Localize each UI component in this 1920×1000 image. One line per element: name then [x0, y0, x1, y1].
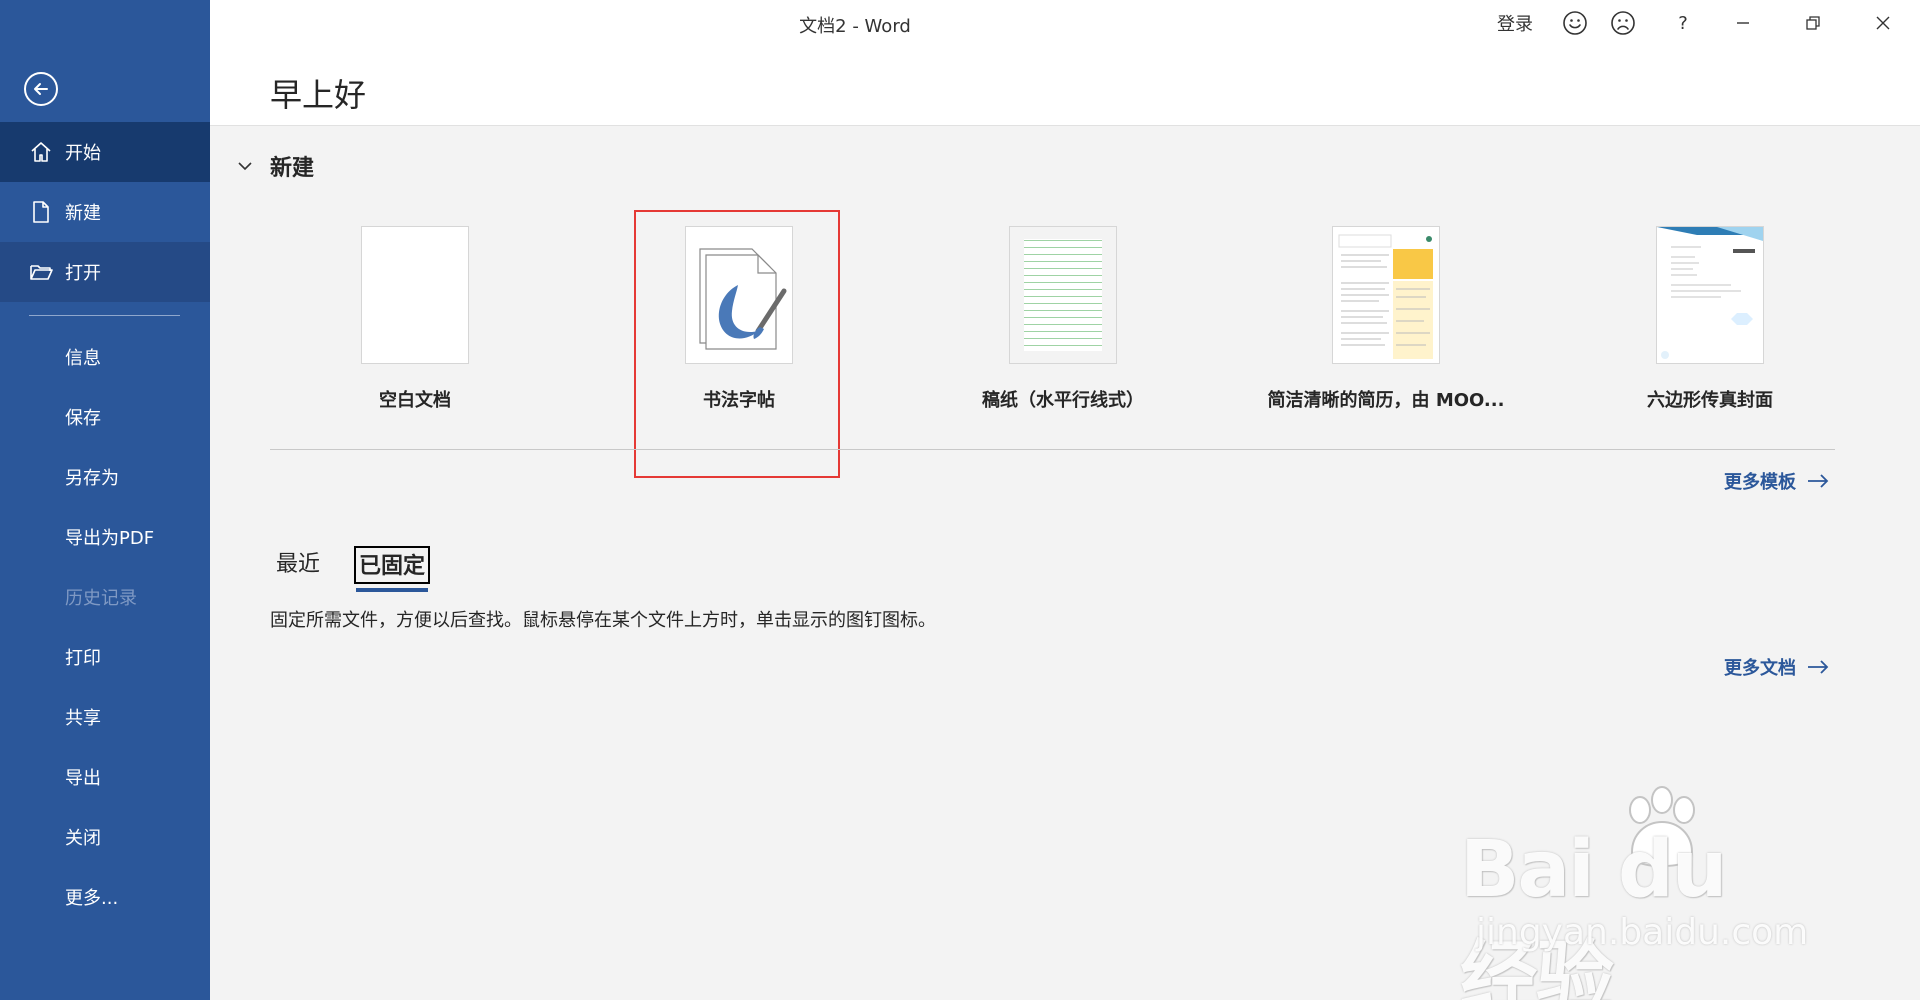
pinned-hint: 固定所需文件，方便以后查找。鼠标悬停在某个文件上方时，单击显示的图钉图标。: [270, 610, 936, 631]
more-templates-label: 更多模板: [1724, 472, 1796, 493]
tab-pinned[interactable]: 已固定: [354, 546, 431, 592]
open-folder-icon: [30, 265, 53, 280]
sidebar-item-export[interactable]: 导出: [0, 747, 210, 807]
sidebar-item-label: 打开: [65, 263, 101, 284]
sidebar-item-new[interactable]: 新建: [0, 182, 210, 242]
sidebar-item-home[interactable]: 开始: [0, 122, 210, 182]
more-documents-link[interactable]: 更多文档: [1724, 654, 1830, 680]
sidebar-item-share[interactable]: 共享: [0, 687, 210, 747]
sidebar-item-print[interactable]: 打印: [0, 627, 210, 687]
sidebar-item-label: 开始: [65, 143, 101, 164]
sidebar-item-label: 新建: [65, 203, 101, 224]
section-divider: [270, 449, 1835, 450]
sidebar-item-label: 信息: [65, 348, 101, 369]
template-thumbnail: [685, 226, 793, 364]
close-icon[interactable]: [1860, 9, 1906, 37]
sidebar-item-open[interactable]: 打开: [0, 242, 210, 302]
minimize-icon[interactable]: [1720, 9, 1766, 37]
template-thumbnail: [1009, 226, 1117, 364]
main-content: 新建 空白文档 书法字帖 稿纸（水平行线式） 简洁清晰的简历，由 MOO... …: [210, 126, 1920, 1000]
home-icon: [31, 142, 51, 162]
sidebar-item-more[interactable]: 更多...: [0, 867, 210, 927]
more-templates-link[interactable]: 更多模板: [1724, 468, 1830, 494]
sidebar-item-label: 历史记录: [65, 588, 137, 609]
frown-icon[interactable]: [1605, 9, 1641, 37]
sidebar-item-label: 更多...: [65, 888, 119, 909]
template-label: 空白文档: [379, 390, 451, 411]
sidebar-item-label: 关闭: [65, 828, 101, 849]
template-blank-document[interactable]: 空白文档: [285, 226, 545, 416]
resume-preview: [1338, 234, 1433, 359]
new-document-icon: [33, 201, 49, 223]
window-title: 文档2 - Word: [799, 16, 911, 37]
template-label: 书法字帖: [703, 390, 775, 411]
arrow-right-icon: [1808, 660, 1829, 674]
recent-tabs: 最近 已固定: [276, 546, 464, 592]
template-lined-paper[interactable]: 稿纸（水平行线式）: [933, 226, 1193, 416]
fax-cover-preview: [1657, 227, 1763, 359]
greeting-header: 早上好: [210, 46, 1920, 126]
template-calligraphy[interactable]: 书法字帖: [609, 226, 869, 416]
smile-icon[interactable]: [1557, 9, 1593, 37]
sidebar-item-history: 历史记录: [0, 567, 210, 627]
signin-button[interactable]: 登录: [1490, 9, 1540, 37]
arrow-right-icon: [1808, 474, 1829, 488]
calligraphy-icon: [699, 248, 787, 350]
page-title: 早上好: [270, 76, 367, 114]
title-bar: 文档2 - Word 登录 ?: [210, 0, 1920, 46]
sidebar-item-label: 导出: [65, 768, 101, 789]
tab-recent[interactable]: 最近: [276, 546, 320, 584]
sidebar-item-label: 导出为PDF: [65, 528, 155, 549]
sidebar-item-label: 共享: [65, 708, 101, 729]
template-resume[interactable]: 简洁清晰的简历，由 MOO...: [1256, 226, 1516, 416]
restore-icon[interactable]: [1790, 9, 1836, 37]
template-thumbnail: [1656, 226, 1764, 364]
section-title: 新建: [270, 156, 315, 181]
help-button[interactable]: ?: [1665, 9, 1701, 37]
template-label: 稿纸（水平行线式）: [982, 390, 1144, 411]
sidebar-item-close[interactable]: 关闭: [0, 807, 210, 867]
new-section-header[interactable]: 新建: [236, 150, 314, 182]
template-label: 简洁清晰的简历，由 MOO...: [1267, 390, 1505, 411]
sidebar-item-label: 打印: [65, 648, 101, 669]
template-label: 六边形传真封面: [1647, 390, 1773, 411]
sidebar-item-save[interactable]: 保存: [0, 387, 210, 447]
sidebar-item-label: 保存: [65, 408, 101, 429]
sidebar-divider: [29, 315, 180, 316]
template-thumbnail: [1332, 226, 1440, 364]
sidebar-item-label: 另存为: [65, 468, 119, 489]
sidebar-item-save-as[interactable]: 另存为: [0, 447, 210, 507]
backstage-sidebar: 开始 新建 打开 信息 保存 另存为 导出为PDF 历史记录 打印 共享 导出 …: [0, 0, 210, 1000]
back-arrow-icon[interactable]: [24, 72, 58, 106]
chevron-down-icon: [238, 162, 252, 171]
template-hexagon-fax[interactable]: 六边形传真封面: [1580, 226, 1840, 416]
template-thumbnail: [361, 226, 469, 364]
sidebar-item-info[interactable]: 信息: [0, 327, 210, 387]
more-documents-label: 更多文档: [1724, 658, 1796, 679]
sidebar-item-export-pdf[interactable]: 导出为PDF: [0, 507, 210, 567]
